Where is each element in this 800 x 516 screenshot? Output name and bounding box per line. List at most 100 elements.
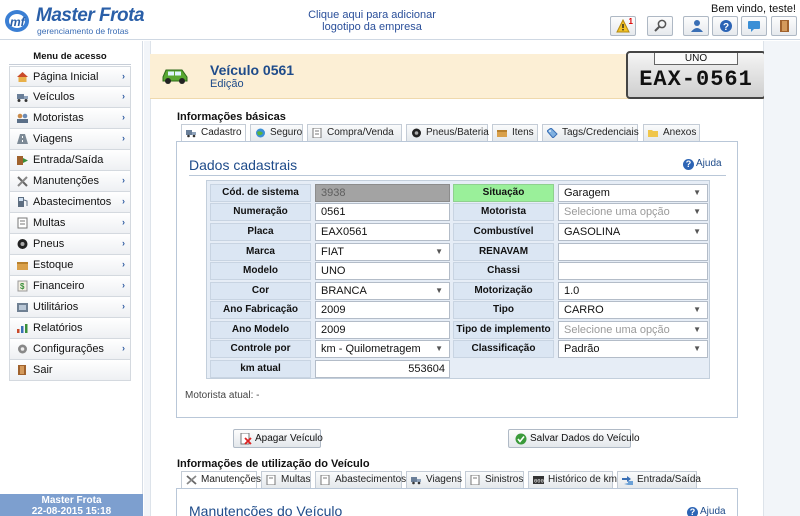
tab-label: Seguro	[270, 127, 303, 138]
renavam-input[interactable]	[558, 243, 708, 261]
tab-entrada-saida[interactable]: Entrada/Saída	[617, 471, 701, 488]
usage-info-title: Informações de utilização do Veículo	[177, 458, 370, 470]
add-logo-link[interactable]: Clique aqui para adicionar logotipo da e…	[300, 9, 444, 33]
user-button[interactable]	[683, 16, 709, 36]
exit-button[interactable]	[771, 16, 797, 36]
tab-seguro[interactable]: Seguro	[250, 124, 303, 141]
tire-icon	[412, 128, 421, 138]
help-link[interactable]: ? Ajuda	[687, 506, 726, 516]
sidebar-item-motoristas[interactable]: Motoristas ›	[9, 108, 131, 129]
sidebar-item-estoque[interactable]: Estoque ›	[9, 255, 131, 276]
chevron-right-icon: ›	[122, 112, 125, 122]
sidebar-item-entrada-saida[interactable]: Entrada/Saída	[9, 150, 131, 171]
tab-tags-credenciais[interactable]: Tags/Credenciais	[542, 124, 639, 141]
sidebar-menu: Página Inicial › Veículos › Motoristas ›…	[9, 66, 131, 381]
cor-select[interactable]: BRANCA ▼	[315, 282, 450, 300]
modelo-input[interactable]: UNO	[315, 262, 450, 280]
tab-sinistros[interactable]: Sinistros	[465, 471, 524, 488]
tab-cadastro[interactable]: Cadastro	[181, 124, 246, 142]
sidebar-item-pneus[interactable]: Pneus ›	[9, 234, 131, 255]
globe-icon	[256, 128, 265, 138]
sidebar-item-viagens[interactable]: Viagens ›	[9, 129, 131, 150]
sidebar-item-relatorios[interactable]: Relatórios	[9, 318, 131, 339]
sidebar-footer: Master Frota 22-08-2015 15:18	[0, 494, 143, 516]
exit-icon	[780, 20, 789, 32]
search-icon	[654, 19, 667, 32]
field-label: Motorização	[453, 282, 554, 300]
tab-itens[interactable]: Itens	[492, 124, 538, 141]
tipo-select[interactable]: CARRO ▼	[558, 301, 708, 319]
sidebar-item-veiculos[interactable]: Veículos ›	[9, 87, 131, 108]
sidebar-item-label: Sair	[33, 364, 53, 376]
numeracao-input[interactable]: 0561	[315, 203, 450, 221]
tab-viagens[interactable]: Viagens	[406, 471, 462, 488]
chat-button[interactable]	[741, 16, 767, 36]
sidebar-item-sair[interactable]: Sair	[9, 360, 131, 381]
help-button[interactable]: ?	[712, 16, 738, 36]
combustivel-select[interactable]: GASOLINA ▼	[558, 223, 708, 241]
box-icon	[497, 130, 507, 137]
tab-label: Multas	[281, 474, 311, 485]
truck-icon	[17, 94, 28, 102]
footer-app-name: Master Frota	[41, 495, 102, 506]
marca-select[interactable]: FIAT ▼	[315, 243, 450, 261]
truck-icon	[411, 477, 421, 485]
search-button[interactable]	[647, 16, 673, 36]
motorizacao-input[interactable]: 1.0	[558, 282, 708, 300]
motorista-select[interactable]: Selecione uma opção ▼	[558, 203, 708, 221]
sidebar-item-label: Estoque	[33, 259, 74, 271]
truck-icon	[186, 130, 196, 138]
sidebar-item-multas[interactable]: Multas ›	[9, 213, 131, 234]
field-label: Tipo	[453, 301, 554, 319]
sidebar-item-configuracoes[interactable]: Configurações ›	[9, 339, 131, 360]
road-icon	[17, 134, 28, 144]
km-atual-input[interactable]: 553604	[315, 360, 450, 378]
situacao-select[interactable]: Garagem ▼	[558, 184, 708, 202]
tab-historico-km[interactable]: 000 Histórico de km	[528, 471, 617, 488]
delete-vehicle-button[interactable]: Apagar Veículo	[233, 429, 323, 448]
tab-compra-venda[interactable]: Compra/Venda	[307, 124, 402, 141]
alerts-button[interactable]: 1	[610, 16, 636, 36]
delete-doc-icon	[240, 433, 252, 445]
tab-pneus-bateria[interactable]: Pneus/Bateria	[406, 124, 489, 141]
ano-modelo-input[interactable]: 2009	[315, 321, 450, 339]
sidebar-item-pagina-inicial[interactable]: Página Inicial ›	[9, 66, 131, 87]
field-label: Chassi	[453, 262, 554, 280]
chevron-right-icon: ›	[122, 196, 125, 206]
sidebar-item-utilitarios[interactable]: Utilitários ›	[9, 297, 131, 318]
sidebar-item-abastecimentos[interactable]: Abastecimentos ›	[9, 192, 131, 213]
app-logo[interactable]: mf Master Frota gerenciamento de frotas	[4, 4, 145, 36]
chevron-down-icon: ▼	[693, 305, 701, 314]
panel-title: Dados cadastrais	[189, 157, 298, 173]
drivers-icon	[17, 113, 28, 123]
tab-abastecimentos[interactable]: Abastecimentos	[315, 471, 406, 488]
money-icon: $	[17, 280, 28, 292]
sidebar-item-label: Motoristas	[33, 112, 84, 124]
tools-icon	[17, 303, 28, 312]
tab-label: Histórico de km	[548, 474, 617, 485]
field-label: Ano Modelo	[210, 321, 311, 339]
chassi-input[interactable]	[558, 262, 708, 280]
controle-por-select[interactable]: km - Quilometragem ▼	[315, 340, 450, 358]
tipo-implemento-select[interactable]: Selecione uma opção ▼	[558, 321, 708, 339]
welcome-text: Bem vindo, teste!	[711, 3, 796, 15]
ano-fabricacao-input[interactable]: 2009	[315, 301, 450, 319]
svg-text:mf: mf	[10, 15, 26, 29]
tab-multas[interactable]: Multas	[261, 471, 311, 488]
placa-input[interactable]: EAX0561	[315, 223, 450, 241]
sidebar-item-financeiro[interactable]: $ Financeiro ›	[9, 276, 131, 297]
vehicle-form: Cód. de sistema 3938 Numeração 0561 Plac…	[206, 180, 710, 379]
chevron-down-icon: ▼	[693, 207, 701, 216]
save-vehicle-button[interactable]: Salvar Dados do Veículo	[508, 429, 640, 448]
help-link[interactable]: ? Ajuda	[683, 158, 722, 170]
tab-manutencoes[interactable]: Manutenções	[181, 471, 261, 489]
field-label: Motorista	[453, 203, 554, 221]
tab-label: Anexos	[663, 127, 697, 138]
sidebar-item-manutencoes[interactable]: Manutenções ›	[9, 171, 131, 192]
tab-anexos[interactable]: Anexos	[643, 124, 700, 141]
inout-icon	[17, 156, 28, 165]
classificacao-select[interactable]: Padrão ▼	[558, 340, 708, 358]
button-label: Apagar Veículo	[255, 433, 323, 444]
footer-datetime: 22-08-2015 15:18	[31, 506, 112, 516]
button-label: Salvar Dados do Veículo	[530, 433, 640, 444]
